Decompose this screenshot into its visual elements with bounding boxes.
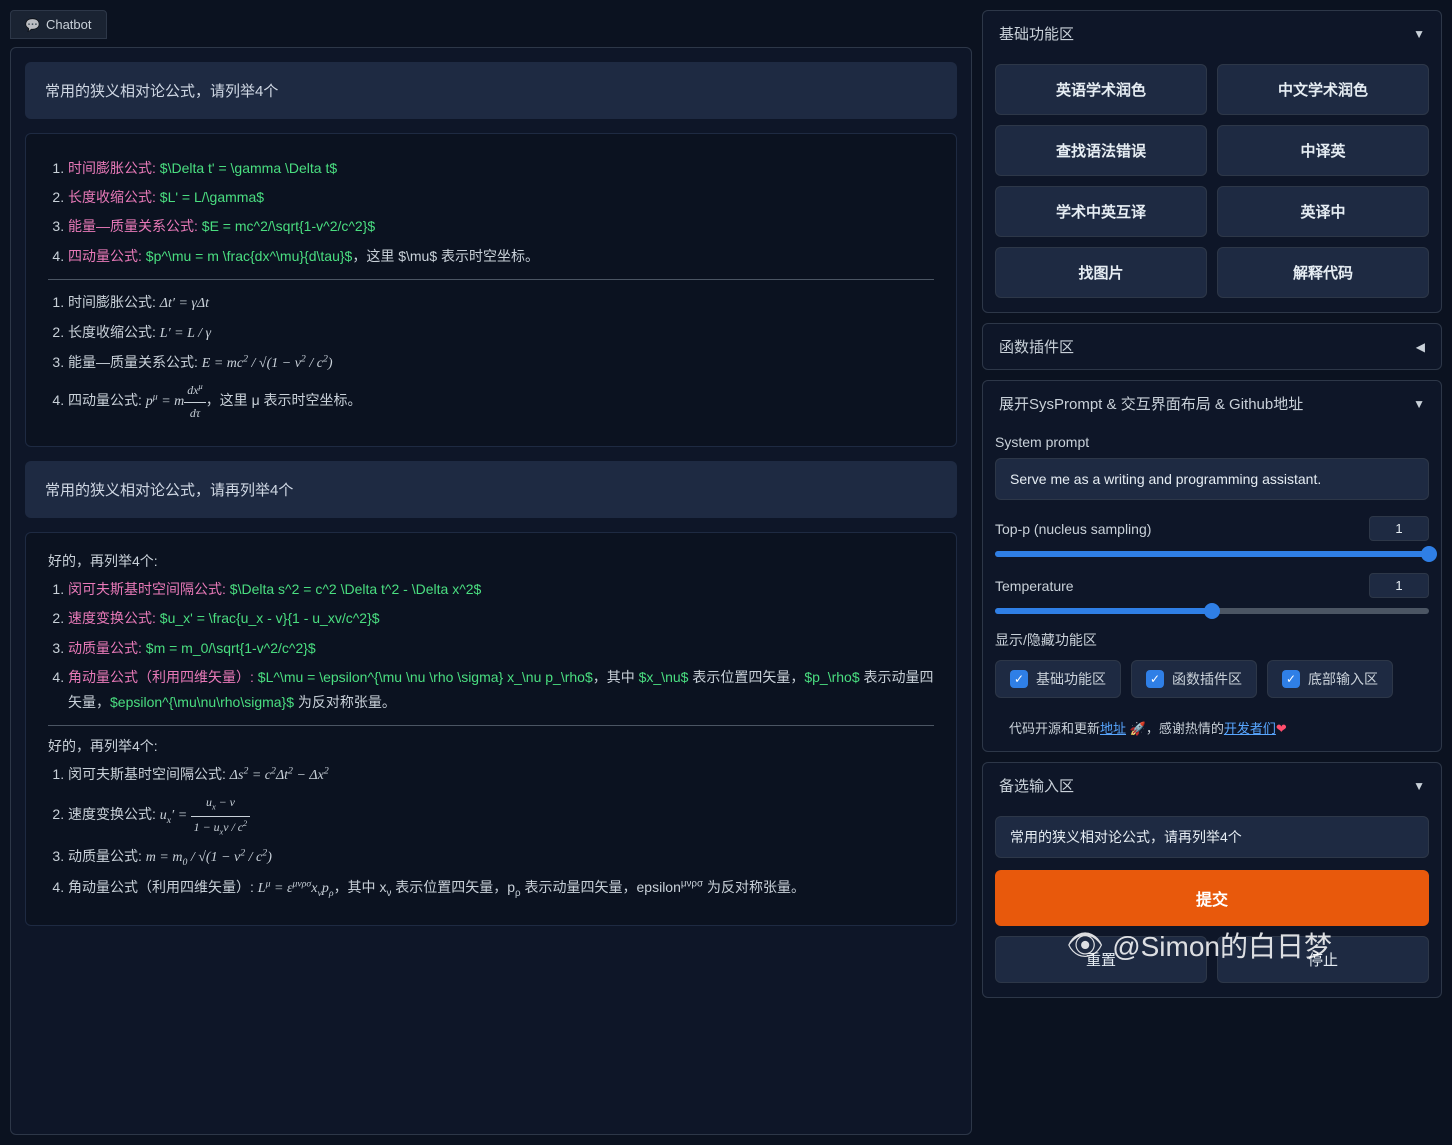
side-panel: 基础功能区 ▼ 英语学术润色 中文学术润色 查找语法错误 中译英 学术中英互译 … [982, 10, 1442, 1135]
check-icon: ✓ [1282, 670, 1300, 688]
section-sysprompt: 展开SysPrompt & 交互界面布局 & Github地址 ▼ System… [982, 380, 1442, 752]
formula-list-rendered: 闵可夫斯基时空间隔公式: Δs2 = c2Δt2 − Δx2 速度变换公式: u… [68, 762, 934, 903]
toggle-area-label: 显示/隐藏功能区 [995, 630, 1429, 650]
formula-list-raw: 时间膨胀公式: $\Delta t' = \gamma \Delta t$ 长度… [68, 156, 934, 269]
checkbox-label: 函数插件区 [1172, 669, 1242, 689]
section-title: 备选输入区 [999, 775, 1074, 796]
topp-slider[interactable] [995, 551, 1429, 557]
system-prompt-label: System prompt [995, 434, 1429, 450]
fn-zh2en-button[interactable]: 中译英 [1217, 125, 1429, 176]
fn-explain-code-button[interactable]: 解释代码 [1217, 247, 1429, 298]
checkbox-bottom-input[interactable]: ✓ 底部输入区 [1267, 660, 1393, 698]
stop-button[interactable]: 停止 [1217, 936, 1429, 983]
chevron-down-icon: ▼ [1413, 397, 1425, 411]
submit-button[interactable]: 提交 [995, 870, 1429, 926]
tab-label: Chatbot [46, 17, 92, 32]
temperature-value[interactable]: 1 [1369, 573, 1429, 598]
section-plugin-header[interactable]: 函数插件区 ◀ [983, 324, 1441, 369]
section-basic: 基础功能区 ▼ 英语学术润色 中文学术润色 查找语法错误 中译英 学术中英互译 … [982, 10, 1442, 313]
temperature-label: Temperature [995, 578, 1357, 594]
fn-find-image-button[interactable]: 找图片 [995, 247, 1207, 298]
alt-input-field[interactable] [995, 816, 1429, 858]
section-sysprompt-header[interactable]: 展开SysPrompt & 交互界面布局 & Github地址 ▼ [983, 381, 1441, 426]
message-bot: 时间膨胀公式: $\Delta t' = \gamma \Delta t$ 长度… [25, 133, 957, 447]
message-user: 常用的狭义相对论公式，请再列举4个 [25, 461, 957, 518]
formula-list-raw: 闵可夫斯基时空间隔公式: $\Delta s^2 = c^2 \Delta t^… [68, 577, 934, 715]
section-alt-input-header[interactable]: 备选输入区 ▼ [983, 763, 1441, 808]
chevron-down-icon: ▼ [1413, 27, 1425, 41]
chat-panel: 💬 Chatbot 常用的狭义相对论公式，请列举4个 时间膨胀公式: $\Del… [10, 10, 972, 1135]
section-title: 展开SysPrompt & 交互界面布局 & Github地址 [999, 393, 1303, 414]
devs-link[interactable]: 开发者们 [1224, 721, 1276, 736]
divider [48, 725, 934, 726]
bot-lead: 好的，再列举4个: [48, 551, 934, 571]
fn-zh-polish-button[interactable]: 中文学术润色 [1217, 64, 1429, 115]
repo-link[interactable]: 地址 [1100, 721, 1126, 736]
message-bot: 好的，再列举4个: 闵可夫斯基时空间隔公式: $\Delta s^2 = c^2… [25, 532, 957, 926]
topp-value[interactable]: 1 [1369, 516, 1429, 541]
fn-en2zh-button[interactable]: 英译中 [1217, 186, 1429, 237]
section-title: 函数插件区 [999, 336, 1074, 357]
fn-grammar-button[interactable]: 查找语法错误 [995, 125, 1207, 176]
checkbox-plugin-area[interactable]: ✓ 函数插件区 [1131, 660, 1257, 698]
chevron-left-icon: ◀ [1416, 340, 1425, 354]
chevron-down-icon: ▼ [1413, 779, 1425, 793]
divider [48, 279, 934, 280]
section-title: 基础功能区 [999, 23, 1074, 44]
section-basic-header[interactable]: 基础功能区 ▼ [983, 11, 1441, 56]
footer-text: 代码开源和更新地址 🚀，感谢热情的开发者们❤ [995, 714, 1429, 737]
section-alt-input: 备选输入区 ▼ 提交 重置 停止 [982, 762, 1442, 998]
checkbox-basic-area[interactable]: ✓ 基础功能区 [995, 660, 1121, 698]
chat-icon: 💬 [25, 18, 40, 32]
reset-button[interactable]: 重置 [995, 936, 1207, 983]
tab-row: 💬 Chatbot [10, 10, 972, 39]
check-icon: ✓ [1010, 670, 1028, 688]
bot-lead: 好的，再列举4个: [48, 736, 934, 756]
message-user: 常用的狭义相对论公式，请列举4个 [25, 62, 957, 119]
basic-button-grid: 英语学术润色 中文学术润色 查找语法错误 中译英 学术中英互译 英译中 找图片 … [995, 64, 1429, 298]
topp-label: Top-p (nucleus sampling) [995, 521, 1357, 537]
fn-en-polish-button[interactable]: 英语学术润色 [995, 64, 1207, 115]
fn-bitranslate-button[interactable]: 学术中英互译 [995, 186, 1207, 237]
chat-area: 常用的狭义相对论公式，请列举4个 时间膨胀公式: $\Delta t' = \g… [10, 47, 972, 1135]
rocket-icon: 🚀 [1130, 721, 1146, 736]
system-prompt-input[interactable] [995, 458, 1429, 500]
check-icon: ✓ [1146, 670, 1164, 688]
formula-list-rendered: 时间膨胀公式: Δt′ = γΔt 长度收缩公式: L′ = L / γ 能量—… [68, 290, 934, 424]
tab-chatbot[interactable]: 💬 Chatbot [10, 10, 107, 39]
checkbox-label: 基础功能区 [1036, 669, 1106, 689]
heart-icon: ❤ [1276, 721, 1287, 736]
section-plugin: 函数插件区 ◀ [982, 323, 1442, 370]
temperature-slider[interactable] [995, 608, 1429, 614]
checkbox-label: 底部输入区 [1308, 669, 1378, 689]
